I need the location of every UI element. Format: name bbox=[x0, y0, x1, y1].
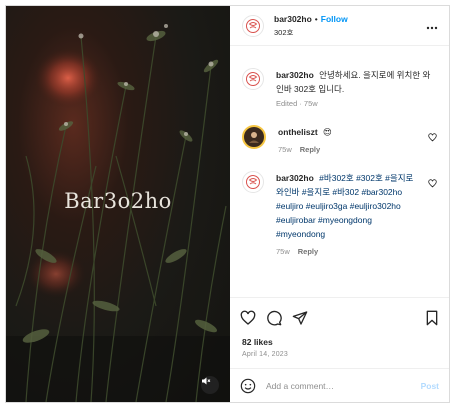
comment-item: bar302ho #바302호 #302호 #을지로와인바 #을지로 #바302… bbox=[242, 171, 437, 257]
follow-button[interactable]: Follow bbox=[321, 14, 348, 24]
header-location[interactable]: 302호 bbox=[274, 27, 425, 38]
avatar[interactable] bbox=[242, 125, 266, 149]
reply-button[interactable]: Reply bbox=[298, 247, 318, 256]
comment-time: 75w bbox=[276, 247, 290, 256]
share-button[interactable] bbox=[292, 310, 308, 326]
mute-button[interactable] bbox=[201, 376, 219, 394]
like-button[interactable] bbox=[240, 310, 256, 326]
emoji-button[interactable] bbox=[240, 378, 256, 394]
emoji-icon bbox=[240, 378, 256, 393]
action-bar bbox=[230, 297, 449, 337]
comment-username[interactable]: ontheliszt bbox=[278, 127, 318, 137]
speaker-muted-icon bbox=[202, 377, 211, 385]
comment-username[interactable]: bar302ho bbox=[276, 173, 314, 183]
add-comment-bar: Post bbox=[230, 368, 449, 402]
more-options-button[interactable] bbox=[425, 19, 439, 33]
bookmark-icon bbox=[426, 310, 438, 325]
comments-list: bar302ho 안녕하세요. 을지로에 위치한 와인바 302호 입니다. E… bbox=[230, 46, 449, 297]
comment-icon bbox=[267, 310, 282, 325]
comment-text: 😍 bbox=[323, 127, 332, 137]
avatar[interactable] bbox=[242, 171, 264, 193]
post-header: bar302ho • Follow 302호 bbox=[230, 6, 449, 46]
post-comment-button[interactable]: Post bbox=[421, 381, 439, 391]
save-button[interactable] bbox=[425, 310, 439, 326]
bar302ho-logo-icon bbox=[246, 18, 260, 33]
comment-time: 75w bbox=[278, 145, 292, 154]
comment-input[interactable] bbox=[266, 380, 421, 391]
reply-button[interactable]: Reply bbox=[300, 145, 320, 154]
comment-meta: 75w Reply bbox=[278, 145, 417, 155]
more-horizontal-icon bbox=[426, 26, 438, 29]
bar302ho-logo-icon bbox=[246, 72, 260, 86]
heart-icon bbox=[428, 133, 437, 142]
comment-item: ontheliszt 😍 75w Reply bbox=[242, 125, 437, 155]
header-separator: • bbox=[314, 13, 318, 24]
bar302ho-logo-icon bbox=[246, 175, 260, 189]
caption-meta: Edited · 75w bbox=[276, 99, 318, 108]
header-username[interactable]: bar302ho bbox=[274, 14, 312, 24]
share-icon bbox=[292, 310, 308, 325]
likes-count[interactable]: 82 likes bbox=[230, 337, 449, 347]
comment-button[interactable] bbox=[266, 310, 282, 326]
avatar[interactable] bbox=[242, 14, 264, 37]
comment-meta: 75w Reply bbox=[276, 247, 417, 257]
heart-icon bbox=[428, 179, 437, 188]
instagram-post: Bar3o2ho bar302ho • Follow 302호 bar302ho… bbox=[5, 5, 450, 403]
like-comment-button[interactable] bbox=[428, 133, 437, 144]
like-comment-button[interactable] bbox=[428, 179, 437, 190]
avatar[interactable] bbox=[242, 68, 264, 90]
media-overlay-text: Bar3o2ho bbox=[64, 189, 172, 213]
caption: bar302ho 안녕하세요. 을지로에 위치한 와인바 302호 입니다. E… bbox=[242, 68, 437, 109]
heart-icon bbox=[240, 310, 256, 325]
post-side-panel: bar302ho • Follow 302호 bar302ho 안녕하세요. 을… bbox=[230, 6, 449, 402]
post-date: April 14, 2023 bbox=[242, 351, 288, 358]
post-media[interactable]: Bar3o2ho bbox=[6, 6, 230, 402]
user-photo-icon bbox=[249, 132, 259, 143]
caption-username[interactable]: bar302ho bbox=[276, 70, 314, 80]
